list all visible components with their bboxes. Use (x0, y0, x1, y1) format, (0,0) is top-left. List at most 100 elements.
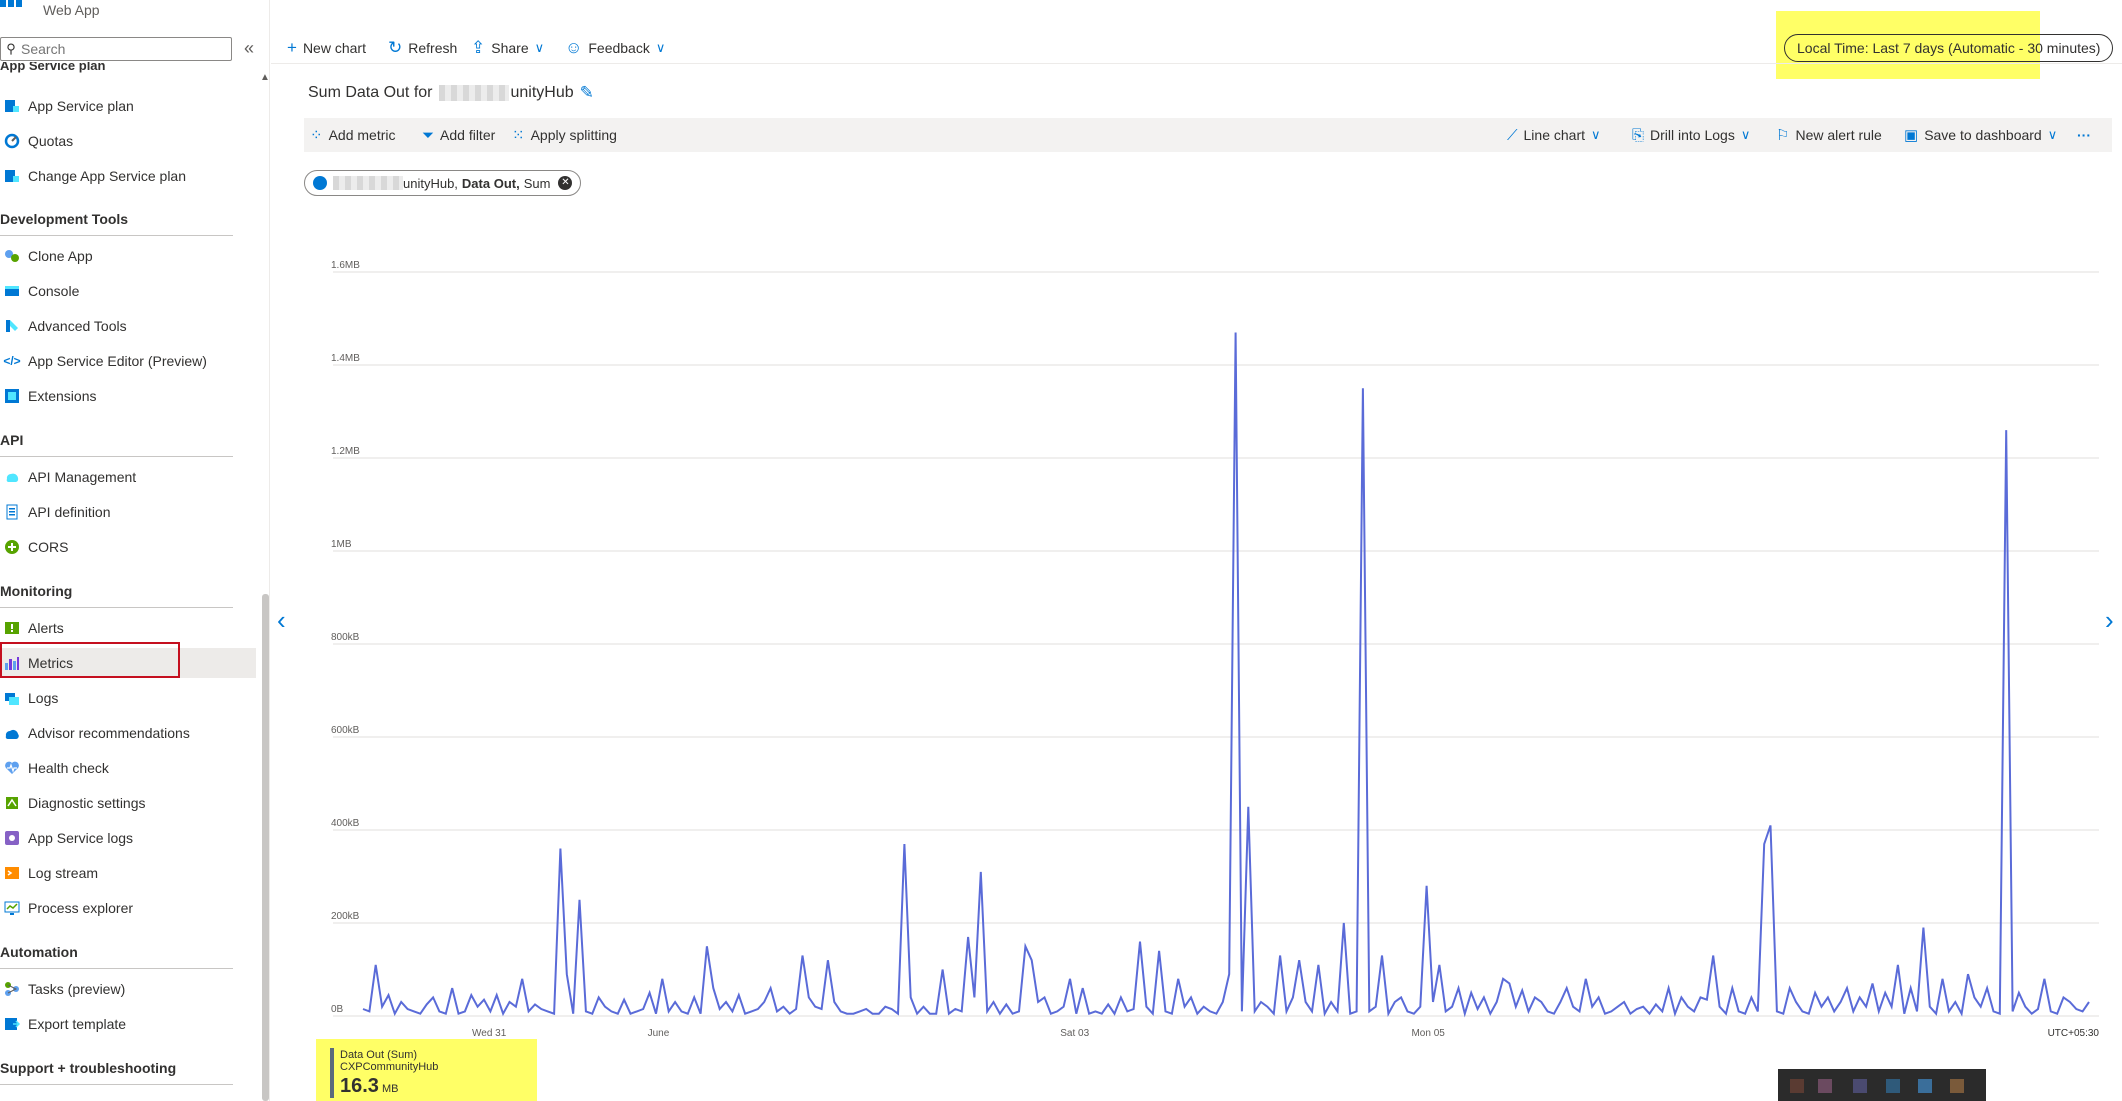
sidebar-item-change-app-service-plan[interactable]: Change App Service plan (0, 161, 256, 191)
sidebar-item-label: Log stream (28, 865, 99, 881)
metrics-line-chart[interactable]: 0B 200kB 400kB 600kB 800kB 1MB 1.2MB 1.4MB 1.6MB… (271, 230, 2122, 1040)
logs-icon (2, 690, 22, 706)
legend-resource-name: CXPCommunityHub (340, 1061, 439, 1073)
chevron-down-icon: ∨ (1591, 127, 1601, 142)
line-chart-dropdown[interactable]: ⟋ Line chart ∨ (1507, 118, 1601, 152)
share-label: Share (491, 40, 529, 56)
timezone-label: UTC+05:30 (2048, 1028, 2100, 1039)
app-service-plan-icon (2, 98, 22, 114)
redacted-resource-name (438, 85, 509, 101)
x-tick-label: June (648, 1028, 670, 1039)
sidebar-item-clone-app[interactable]: Clone App (0, 241, 256, 271)
app-service-logs-icon (2, 830, 22, 846)
add-filter-button[interactable]: ⏷ Add filter (422, 118, 495, 152)
close-icon[interactable]: ✕ (558, 176, 573, 190)
chart-title[interactable]: Sum Data Out for unityHub ✎ (308, 82, 594, 104)
y-tick-label: 600kB (331, 725, 360, 736)
drill-into-logs-label: Drill into Logs (1650, 127, 1735, 143)
sidebar-item-diagnostic-settings[interactable]: Diagnostic settings (0, 788, 256, 818)
section-support-troubleshooting: Support + troubleshooting (0, 1060, 177, 1076)
x-tick-label: Wed 31 (472, 1028, 507, 1039)
metric-pill[interactable]: unityHub, Data Out, Sum ✕ (304, 170, 582, 196)
sidebar-item-log-stream[interactable]: Log stream (0, 858, 256, 888)
sidebar-scrollbar[interactable]: ▲ (260, 62, 270, 1101)
sidebar-item-api-definition[interactable]: API definition (0, 497, 256, 527)
sidebar-item-tasks[interactable]: Tasks (preview) (0, 974, 256, 1004)
sidebar-item-quotas[interactable]: Quotas (0, 126, 256, 156)
metric-pill-aggregation: Sum (523, 175, 551, 191)
sidebar-item-label: Tasks (preview) (28, 981, 126, 997)
sidebar-item-label: Quotas (28, 133, 74, 149)
sidebar-item-alerts[interactable]: Alerts (0, 613, 256, 643)
y-tick-label: 1MB (331, 539, 352, 550)
collapse-menu-button[interactable]: « (244, 38, 254, 59)
sidebar-item-app-service-logs[interactable]: App Service logs (0, 823, 256, 853)
line-chart-icon: ⟋ (1507, 126, 1518, 144)
sidebar-item-label: Advisor recommendations (28, 725, 190, 741)
search-box[interactable]: ⚲ (0, 37, 232, 61)
pencil-icon[interactable]: ✎ (580, 83, 594, 103)
time-range-picker[interactable]: Local Time: Last 7 days (Automatic - 30 … (1784, 34, 2114, 62)
extensions-icon (2, 388, 22, 404)
scroll-up-icon[interactable]: ▲ (260, 72, 270, 83)
sidebar-item-process-explorer[interactable]: Process explorer (0, 893, 256, 923)
sidebar-item-health-check[interactable]: Health check (0, 753, 256, 783)
sidebar-item-advisor-recommendations[interactable]: Advisor recommendations (0, 718, 256, 748)
alert-icon: ⚐ (1776, 127, 1790, 144)
legend-value-number: 16.3 (340, 1075, 379, 1097)
new-chart-button[interactable]: + New chart (287, 34, 366, 62)
section-automation: Automation (0, 944, 78, 960)
sidebar-item-console[interactable]: Console (0, 276, 256, 306)
refresh-button[interactable]: ↻ Refresh (388, 34, 457, 62)
sidebar-item-advanced-tools[interactable]: Advanced Tools (0, 311, 256, 341)
process-explorer-icon (2, 900, 22, 916)
advanced-tools-icon (2, 318, 22, 334)
sidebar-item-label: Logs (28, 690, 59, 706)
sidebar-item-label: CORS (28, 539, 69, 555)
sidebar-item-extensions[interactable]: Extensions (0, 381, 256, 411)
add-metric-button[interactable]: ⁘ Add metric (310, 118, 396, 152)
plus-icon: + (287, 38, 297, 57)
scroll-thumb[interactable] (262, 594, 269, 1101)
sidebar-item-label: Console (28, 283, 80, 299)
health-check-icon (2, 760, 22, 776)
chevron-down-icon: ∨ (655, 40, 666, 55)
chevron-right-icon[interactable]: › (2105, 605, 2114, 636)
section-divider (0, 1084, 233, 1085)
add-metric-icon: ⁘ (310, 127, 323, 144)
share-button[interactable]: ⇪ Share ∨ (471, 34, 544, 62)
sidebar-item-logs[interactable]: Logs (0, 683, 256, 713)
more-options-button[interactable]: ··· (2077, 118, 2091, 152)
x-tick-label: Mon 05 (1411, 1028, 1445, 1039)
sidebar-item-label: API Management (28, 469, 137, 485)
sidebar-item-api-management[interactable]: API Management (0, 462, 256, 492)
redacted-resource-name (333, 176, 403, 190)
cors-icon (2, 539, 22, 555)
legend-value: 16.3 MB (340, 1075, 398, 1098)
chart-legend[interactable]: Data Out (Sum) CXPCommunityHub 16.3 MB (316, 1039, 537, 1101)
sidebar-item-cors[interactable]: CORS (0, 532, 256, 562)
drill-into-logs-dropdown[interactable]: ⎘ Drill into Logs ∨ (1632, 118, 1750, 152)
app-header: Web App (0, 0, 270, 22)
new-alert-rule-button[interactable]: ⚐ New alert rule (1776, 118, 1882, 152)
sidebar-item-app-service-editor[interactable]: </> App Service Editor (Preview) (0, 346, 256, 376)
section-monitoring: Monitoring (0, 583, 73, 599)
export-template-icon (2, 1016, 22, 1032)
api-management-icon (2, 469, 22, 485)
search-input[interactable] (21, 41, 226, 57)
api-definition-icon (2, 504, 22, 520)
save-to-dashboard-dropdown[interactable]: ▣ Save to dashboard ∨ (1904, 118, 2057, 152)
metrics-blade: + New chart ↻ Refresh ⇪ Share ∨ ☺ Feedba… (271, 0, 2122, 1101)
chart-title-prefix: Sum Data Out for (308, 84, 433, 101)
sidebar-item-label: Alerts (28, 620, 64, 636)
smiley-icon: ☺ (565, 38, 583, 57)
new-alert-rule-label: New alert rule (1795, 127, 1882, 143)
sidebar-item-export-template[interactable]: Export template (0, 1009, 256, 1039)
y-tick-label: 1.2MB (331, 446, 360, 457)
apply-splitting-label: Apply splitting (530, 127, 617, 143)
sidebar-item-app-service-plan[interactable]: App Service plan (0, 91, 256, 121)
chevron-left-icon[interactable]: ‹ (277, 605, 286, 636)
feedback-button[interactable]: ☺ Feedback ∨ (565, 34, 665, 62)
apply-splitting-button[interactable]: ⁙ Apply splitting (512, 118, 617, 152)
metrics-highlight-box (0, 642, 180, 678)
